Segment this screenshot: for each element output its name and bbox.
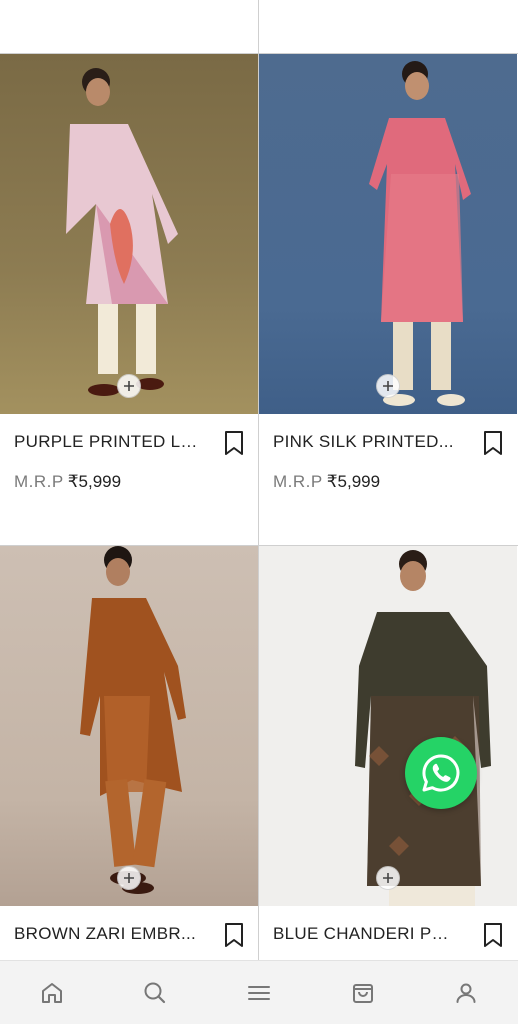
- menu-icon: [247, 985, 270, 1000]
- wishlist-button[interactable]: [481, 430, 505, 456]
- price-value: ₹5,999: [326, 472, 381, 491]
- price-value: ₹5,999: [67, 472, 122, 491]
- product-image[interactable]: [259, 546, 517, 906]
- product-price: M.R.P ₹5,999: [14, 472, 121, 492]
- product-title[interactable]: BROWN ZARI EMBR...: [14, 924, 200, 944]
- product-card[interactable]: BROWN ZARI EMBR...: [0, 546, 258, 960]
- nav-menu-button[interactable]: [239, 973, 279, 1013]
- plus-icon: [383, 381, 393, 391]
- mrp-label: M.R.P: [14, 472, 64, 491]
- home-icon: [41, 982, 62, 1003]
- bookmark-icon: [484, 431, 502, 455]
- bag-icon: [352, 983, 373, 1003]
- mrp-label: M.R.P: [273, 472, 323, 491]
- product-card[interactable]: PINK SILK PRINTED... M.R.P ₹5,999: [259, 54, 517, 545]
- bookmark-icon: [225, 923, 243, 947]
- product-image[interactable]: [0, 54, 258, 414]
- product-price: M.R.P ₹5,999: [273, 472, 380, 492]
- nav-profile-button[interactable]: [446, 973, 486, 1013]
- product-image[interactable]: [0, 546, 258, 906]
- whatsapp-chat-button[interactable]: [405, 737, 477, 809]
- bookmark-icon: [484, 923, 502, 947]
- bookmark-icon: [225, 431, 243, 455]
- product-title[interactable]: BLUE CHANDERI PR...: [273, 924, 459, 944]
- add-to-cart-button[interactable]: [376, 866, 400, 890]
- wishlist-button[interactable]: [222, 430, 246, 456]
- add-to-cart-button[interactable]: [117, 374, 141, 398]
- product-card[interactable]: BLUE CHANDERI PR...: [259, 546, 517, 960]
- profile-icon: [456, 983, 476, 1003]
- plus-icon: [124, 873, 134, 883]
- nav-home-button[interactable]: [32, 973, 72, 1013]
- wishlist-button[interactable]: [222, 922, 246, 948]
- add-to-cart-button[interactable]: [376, 374, 400, 398]
- nav-search-button[interactable]: [135, 973, 175, 1013]
- whatsapp-icon: [422, 754, 460, 792]
- plus-icon: [124, 381, 134, 391]
- product-image[interactable]: [259, 54, 517, 414]
- bottom-navigation: [0, 960, 518, 1024]
- plus-icon: [383, 873, 393, 883]
- product-grid: PURPLE PRINTED LI... M.R.P ₹5,999 PINK S…: [0, 0, 518, 960]
- product-card-partial: [259, 0, 517, 53]
- nav-bag-button[interactable]: [343, 973, 383, 1013]
- product-title[interactable]: PINK SILK PRINTED...: [273, 432, 459, 452]
- product-card[interactable]: PURPLE PRINTED LI... M.R.P ₹5,999: [0, 54, 258, 545]
- product-title[interactable]: PURPLE PRINTED LI...: [14, 432, 200, 452]
- wishlist-button[interactable]: [481, 922, 505, 948]
- add-to-cart-button[interactable]: [117, 866, 141, 890]
- product-card-partial: [0, 0, 258, 53]
- search-icon: [144, 982, 166, 1003]
